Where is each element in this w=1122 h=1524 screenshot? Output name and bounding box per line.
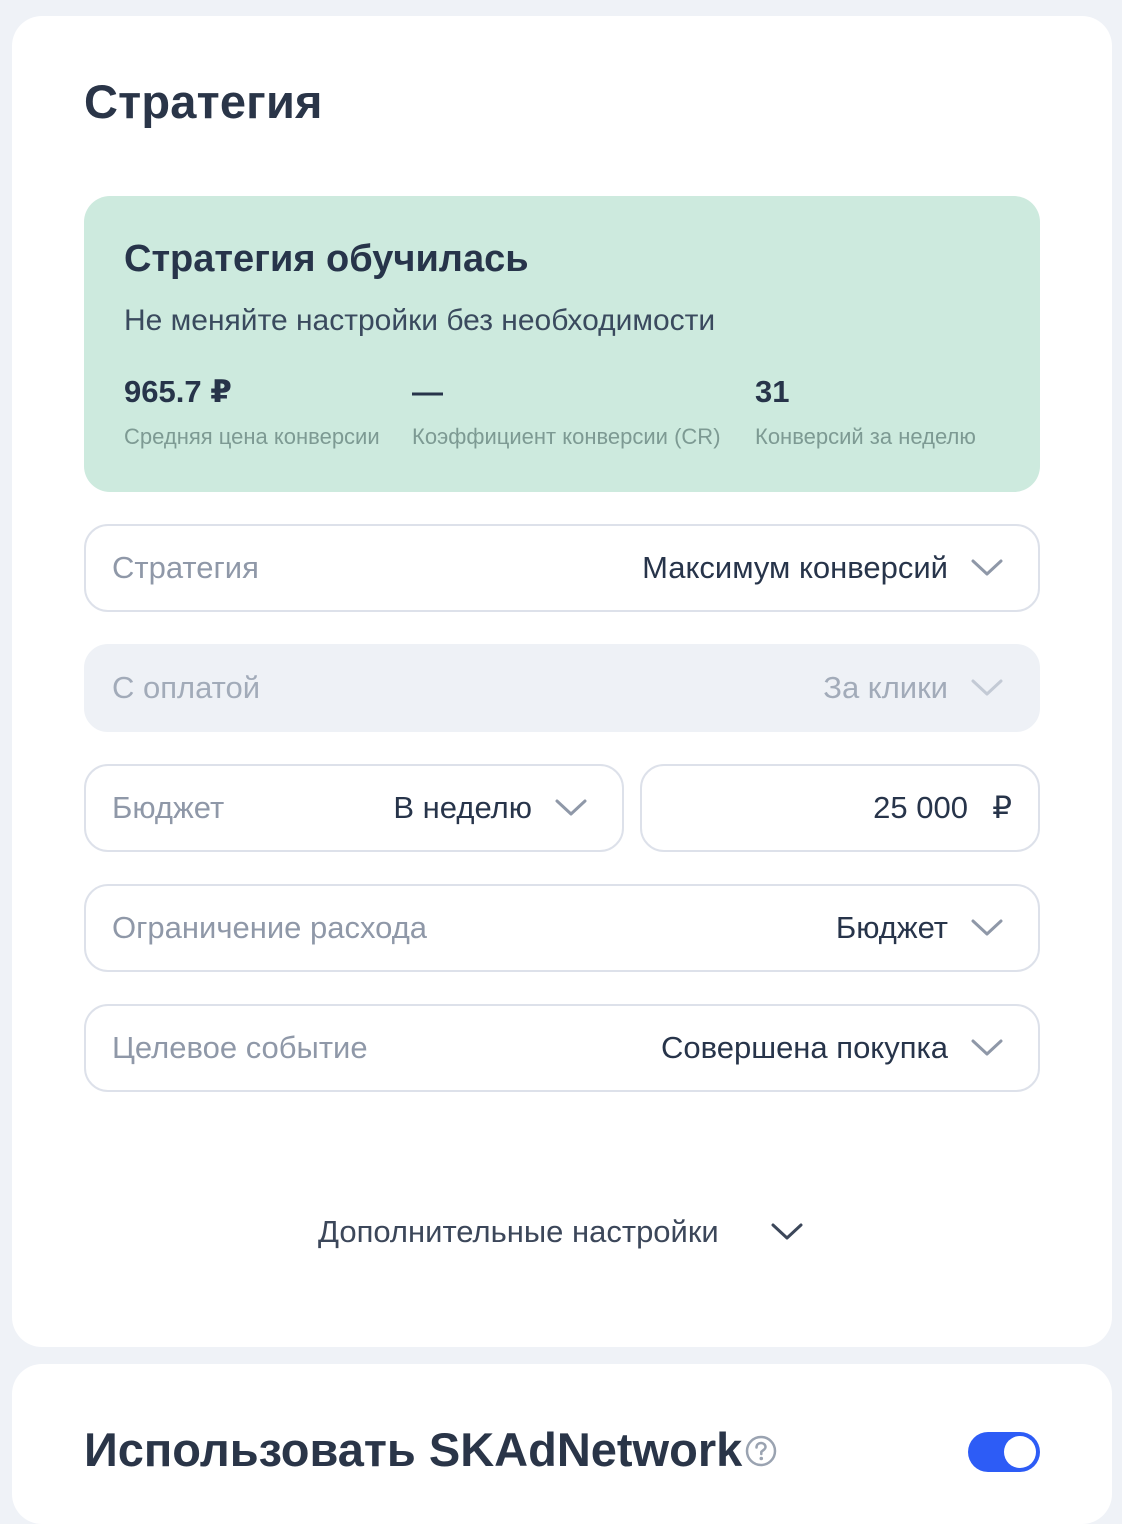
question-circle-icon[interactable] <box>744 1434 778 1468</box>
chevron-down-icon <box>970 678 1004 698</box>
chevron-down-icon <box>970 1038 1004 1058</box>
chevron-down-icon <box>970 558 1004 578</box>
skadnetwork-title: Использовать SKAdNetwork <box>84 1423 743 1476</box>
metric-label: Средняя цена конверсии <box>124 424 380 449</box>
spend-limit-label: Ограничение расхода <box>112 910 428 945</box>
strategy-card: Стратегия Стратегия обучилась Не меняйте… <box>12 16 1112 1347</box>
skadnetwork-card: Использовать SKAdNetwork <box>12 1364 1112 1524</box>
strategy-select-label: Стратегия <box>112 550 259 585</box>
metric-value: 31 <box>755 374 790 409</box>
chevron-down-icon <box>770 1222 804 1242</box>
budget-amount-value: 25 000 <box>873 790 968 825</box>
chevron-down-icon <box>554 798 588 818</box>
skadnetwork-toggle[interactable] <box>968 1432 1040 1472</box>
metric-value: — <box>412 374 443 409</box>
spend-limit-value: Бюджет <box>835 910 948 945</box>
strategy-select[interactable]: Стратегия Максимум конверсий <box>84 524 1040 612</box>
budget-period-value: В неделю <box>393 790 532 825</box>
page-title: Стратегия <box>84 75 323 128</box>
status-subtitle: Не меняйте настройки без необходимости <box>124 304 716 337</box>
strategy-select-value: Максимум конверсий <box>642 550 948 585</box>
metric-weekly-conversions: 31 Конверсий за неделю <box>755 374 976 450</box>
advanced-settings-label: Дополнительные настройки <box>318 1214 719 1249</box>
payment-type-value: За клики <box>823 670 948 705</box>
strategy-status-banner: Стратегия обучилась Не меняйте настройки… <box>84 196 1040 492</box>
metric-conversion-rate: — Коэффициент конверсии (CR) <box>412 374 721 450</box>
payment-type-label: С оплатой <box>112 670 261 705</box>
status-title: Стратегия обучилась <box>124 238 529 280</box>
spend-limit-select[interactable]: Ограничение расхода Бюджет <box>84 884 1040 972</box>
metric-label: Коэффициент конверсии (CR) <box>412 424 721 449</box>
target-event-label: Целевое событие <box>112 1030 368 1065</box>
metric-label: Конверсий за неделю <box>755 424 976 449</box>
chevron-down-icon <box>970 918 1004 938</box>
budget-period-label: Бюджет <box>112 790 225 825</box>
payment-type-select: С оплатой За клики <box>84 644 1040 732</box>
target-event-select[interactable]: Целевое событие Совершена покупка <box>84 1004 1040 1092</box>
metric-avg-conversion-cost: 965.7 ₽ Средняя цена конверсии <box>124 374 380 450</box>
currency-symbol: ₽ <box>992 790 1012 825</box>
toggle-knob <box>1004 1436 1036 1468</box>
budget-amount-input[interactable]: 25 000 ₽ <box>640 764 1040 852</box>
metric-value: 965.7 ₽ <box>124 374 232 409</box>
budget-period-select[interactable]: Бюджет В неделю <box>84 764 624 852</box>
target-event-value: Совершена покупка <box>660 1030 948 1065</box>
